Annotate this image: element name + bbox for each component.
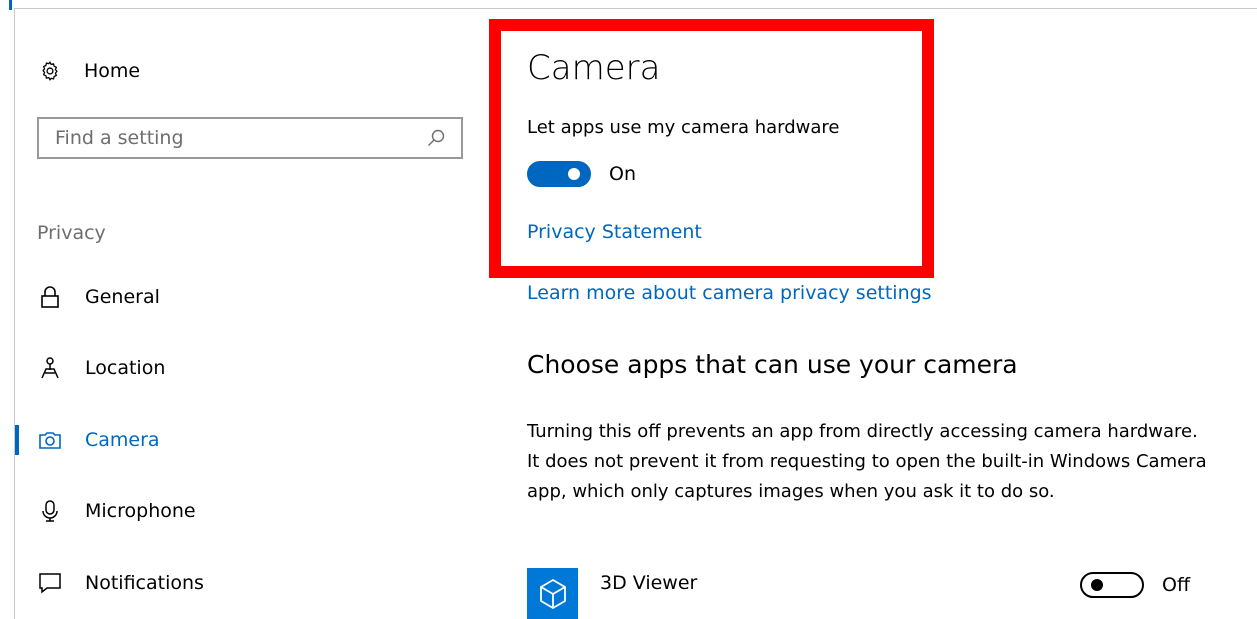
sidebar: Home Privacy General (15, 8, 485, 619)
main-content: Camera Let apps use my camera hardware O… (527, 0, 1247, 619)
selection-indicator (15, 353, 19, 383)
camera-access-toggle[interactable] (527, 161, 591, 187)
search-icon[interactable] (425, 127, 447, 149)
sidebar-item-camera[interactable]: Camera (15, 417, 485, 463)
sidebar-item-notifications[interactable]: Notifications (15, 560, 485, 606)
notifications-icon (37, 570, 63, 596)
gear-icon (37, 58, 63, 84)
sidebar-item-label: Location (85, 357, 166, 379)
page-title: Camera (527, 48, 661, 88)
app-tile (527, 568, 578, 619)
sidebar-item-location[interactable]: Location (15, 345, 485, 391)
toggle-state-label: On (609, 163, 636, 185)
app-name: 3D Viewer (600, 572, 698, 594)
sidebar-item-label: Camera (85, 429, 160, 451)
selection-indicator (15, 568, 19, 598)
cube-icon (539, 578, 566, 609)
privacy-statement-link[interactable]: Privacy Statement (527, 221, 702, 243)
sidebar-home[interactable]: Home (37, 56, 140, 86)
toggle-knob (1091, 579, 1103, 591)
sidebar-item-label: Microphone (85, 500, 196, 522)
window-accent-mark (9, 0, 12, 10)
lock-icon (37, 284, 63, 310)
app-toggle-wrap: Off (1080, 572, 1190, 598)
window-left-edge (0, 0, 15, 619)
sidebar-item-microphone[interactable]: Microphone (15, 488, 485, 534)
search-input[interactable] (39, 118, 425, 158)
sidebar-item-label: Notifications (85, 572, 204, 594)
selection-indicator (15, 496, 19, 526)
toggle-knob (568, 168, 580, 180)
section-header-privacy: Privacy (37, 222, 106, 244)
settings-window: Home Privacy General (0, 0, 1257, 619)
location-icon (37, 355, 63, 381)
home-label: Home (84, 60, 141, 82)
camera-icon (37, 427, 63, 453)
microphone-icon (37, 498, 63, 524)
apps-description: Turning this off prevents an app from di… (527, 421, 1207, 502)
toggle-state-label: Off (1162, 574, 1191, 596)
sidebar-item-label: General (85, 286, 160, 308)
apps-section-title: Choose apps that can use your camera (527, 350, 1018, 379)
sidebar-item-general[interactable]: General (15, 274, 485, 320)
app-row-3d-viewer: 3D Viewer Off (527, 568, 1207, 619)
camera-access-toggle-row: On (527, 160, 636, 188)
camera-access-label: Let apps use my camera hardware (527, 117, 840, 138)
selection-indicator (15, 282, 19, 312)
app-access-toggle[interactable] (1080, 572, 1144, 598)
learn-more-link[interactable]: Learn more about camera privacy settings (527, 282, 932, 304)
search-box[interactable] (37, 117, 463, 159)
selection-indicator (15, 425, 19, 455)
